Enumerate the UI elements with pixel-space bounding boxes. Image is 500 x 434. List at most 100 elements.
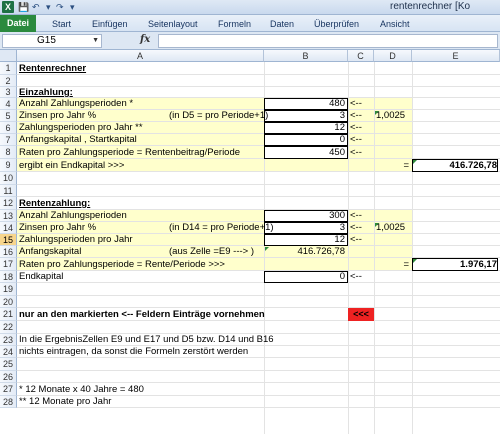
tab-formulas[interactable]: Formeln — [218, 17, 251, 31]
name-box[interactable]: G15 ▼ — [2, 34, 102, 48]
comment-marker-icon[interactable] — [265, 247, 269, 251]
row-header-25[interactable]: 25 — [0, 358, 17, 371]
comment-marker-icon[interactable] — [375, 223, 379, 227]
input-cell-b15[interactable] — [264, 234, 348, 246]
warning-cell-c21: <<< — [348, 308, 374, 321]
sheet-row-19 — [17, 283, 500, 296]
input-cell-b18[interactable] — [264, 271, 348, 283]
column-header-d[interactable]: D — [374, 50, 412, 62]
comment-marker-icon[interactable] — [413, 160, 417, 164]
row-header-12[interactable]: 12 — [0, 197, 17, 210]
tab-view[interactable]: Ansicht — [380, 17, 410, 31]
tab-start[interactable]: Start — [52, 17, 71, 31]
sheet-row-4: Anzahl Zahlungsperioden * 480 <-- — [17, 98, 500, 110]
cell-c15: <-- — [350, 234, 362, 245]
save-icon[interactable]: 💾 — [18, 1, 29, 13]
input-cell-b13[interactable] — [264, 210, 348, 222]
cell-a13: Anzahl Zahlungsperioden — [19, 210, 127, 221]
row-header-3[interactable]: 3 — [0, 87, 17, 98]
input-cell-b4[interactable] — [264, 98, 348, 110]
sheet-row-25 — [17, 358, 500, 371]
formula-input[interactable] — [158, 34, 498, 48]
row-header-1[interactable]: 1 — [0, 62, 17, 75]
row-header-22[interactable]: 22 — [0, 321, 17, 334]
comment-marker-icon[interactable] — [413, 259, 417, 263]
undo-icon[interactable]: ↶ — [32, 1, 40, 13]
row-header-18[interactable]: 18 — [0, 271, 17, 283]
tab-page-layout[interactable]: Seitenlayout — [148, 17, 198, 31]
column-header-e[interactable]: E — [412, 50, 500, 62]
row-header-10[interactable]: 10 — [0, 172, 17, 185]
row-header-9[interactable]: 9 — [0, 159, 17, 172]
cell-a15: Zahlungsperioden pro Jahr — [19, 234, 133, 245]
row-header-15[interactable]: 15 — [0, 234, 17, 246]
row-header-24[interactable]: 24 — [0, 346, 17, 358]
row-header-16[interactable]: 16 — [0, 246, 17, 258]
sheet-row-24: nichts eintragen, da sonst die Formeln z… — [17, 346, 500, 358]
row-header-19[interactable]: 19 — [0, 283, 17, 296]
cell-d9: = — [403, 160, 409, 171]
input-cell-b6[interactable] — [264, 122, 348, 134]
redo-icon[interactable]: ↷ — [56, 1, 64, 13]
comment-marker-icon[interactable] — [375, 111, 379, 115]
input-cell-b5[interactable] — [264, 110, 348, 122]
input-cell-b7[interactable] — [264, 134, 348, 146]
sheet-row-3: Einzahlung: — [17, 87, 500, 98]
row-header-4[interactable]: 4 — [0, 98, 17, 110]
sheet-row-15: Zahlungsperioden pro Jahr 12 <-- — [17, 234, 500, 246]
excel-app-icon[interactable]: X — [2, 1, 14, 13]
row-header-8[interactable]: 8 — [0, 146, 17, 159]
quick-access-dropdown-icon[interactable]: ▾ — [70, 1, 75, 13]
row-header-13[interactable]: 13 — [0, 210, 17, 222]
row-header-11[interactable]: 11 — [0, 185, 17, 197]
input-cell-b14[interactable] — [264, 222, 348, 234]
select-all-corner[interactable] — [0, 50, 17, 62]
undo-dropdown-icon[interactable]: ▾ — [46, 1, 51, 13]
row-header-7[interactable]: 7 — [0, 134, 17, 146]
row-header-5[interactable]: 5 — [0, 110, 17, 122]
cell-c8: <-- — [350, 147, 362, 158]
row-header-17[interactable]: 17 — [0, 258, 17, 271]
name-box-dropdown-icon[interactable]: ▼ — [92, 35, 99, 47]
sheet-row-13: Anzahl Zahlungsperioden 300 <-- — [17, 210, 500, 222]
cell-d5: 1,0025 — [376, 110, 406, 121]
cell-c14: <-- — [350, 222, 362, 233]
cell-a4: Anzahl Zahlungsperioden * — [19, 98, 134, 109]
cell-a21: nur an den markierten <-- Feldern Einträ… — [19, 309, 265, 320]
row-header-6[interactable]: 6 — [0, 122, 17, 134]
sheet-row-21: nur an den markierten <-- Feldern Einträ… — [17, 308, 500, 321]
row-header-23[interactable]: 23 — [0, 334, 17, 346]
sheet-row-27: * 12 Monate x 40 Jahre = 480 — [17, 383, 500, 396]
cell-c13: <-- — [350, 210, 362, 221]
column-header-a[interactable]: A — [17, 50, 264, 62]
cell-a17: Raten pro Zahlungsperiode = Rente/Period… — [19, 259, 225, 270]
row-header-2[interactable]: 2 — [0, 75, 17, 87]
row-header-14[interactable]: 14 — [0, 222, 17, 234]
cell-a16-note: (aus Zelle =E9 ---> ) — [169, 246, 254, 257]
spreadsheet-grid[interactable]: A B C D E 1 2 3 4 5 6 7 8 9 10 11 12 13 14 15 16 17 18 19 2… — [0, 50, 500, 434]
column-header-b[interactable]: B — [264, 50, 348, 62]
row-header-21[interactable]: 21 — [0, 308, 17, 321]
tab-insert[interactable]: Einfügen — [92, 17, 128, 31]
ribbon-tabs: Datei Start Einfügen Seitenlayout Formel… — [0, 15, 500, 32]
sheet-row-20 — [17, 296, 500, 308]
title-bar: X 💾 ↶ ▾ ↷ ▾ rentenrechner [Ko — [0, 0, 500, 15]
tab-review[interactable]: Überprüfen — [314, 17, 359, 31]
name-box-value: G15 — [37, 35, 56, 46]
window-title: rentenrechner [Ko — [390, 1, 471, 12]
tab-data[interactable]: Daten — [270, 17, 294, 31]
row-header-26[interactable]: 26 — [0, 371, 17, 383]
row-header-28[interactable]: 28 — [0, 396, 17, 408]
formula-bar: G15 ▼ fx — [0, 32, 500, 50]
cell-a5-note: (in D5 = pro Periode+1) — [169, 110, 269, 121]
row-header-27[interactable]: 27 — [0, 383, 17, 396]
cell-a14-note: (in D14 = pro Periode+1) — [169, 222, 274, 233]
insert-function-icon[interactable]: fx — [140, 34, 150, 45]
cell-a7: Anfangskapital , Startkapital — [19, 134, 137, 145]
input-cell-b8[interactable] — [264, 146, 348, 159]
row-header-20[interactable]: 20 — [0, 296, 17, 308]
column-header-c[interactable]: C — [348, 50, 374, 62]
tab-file[interactable]: Datei — [0, 15, 36, 32]
sheet-row-5: Zinsen pro Jahr % (in D5 = pro Periode+1)… — [17, 110, 500, 122]
cell-a28: ** 12 Monate pro Jahr — [19, 396, 112, 407]
